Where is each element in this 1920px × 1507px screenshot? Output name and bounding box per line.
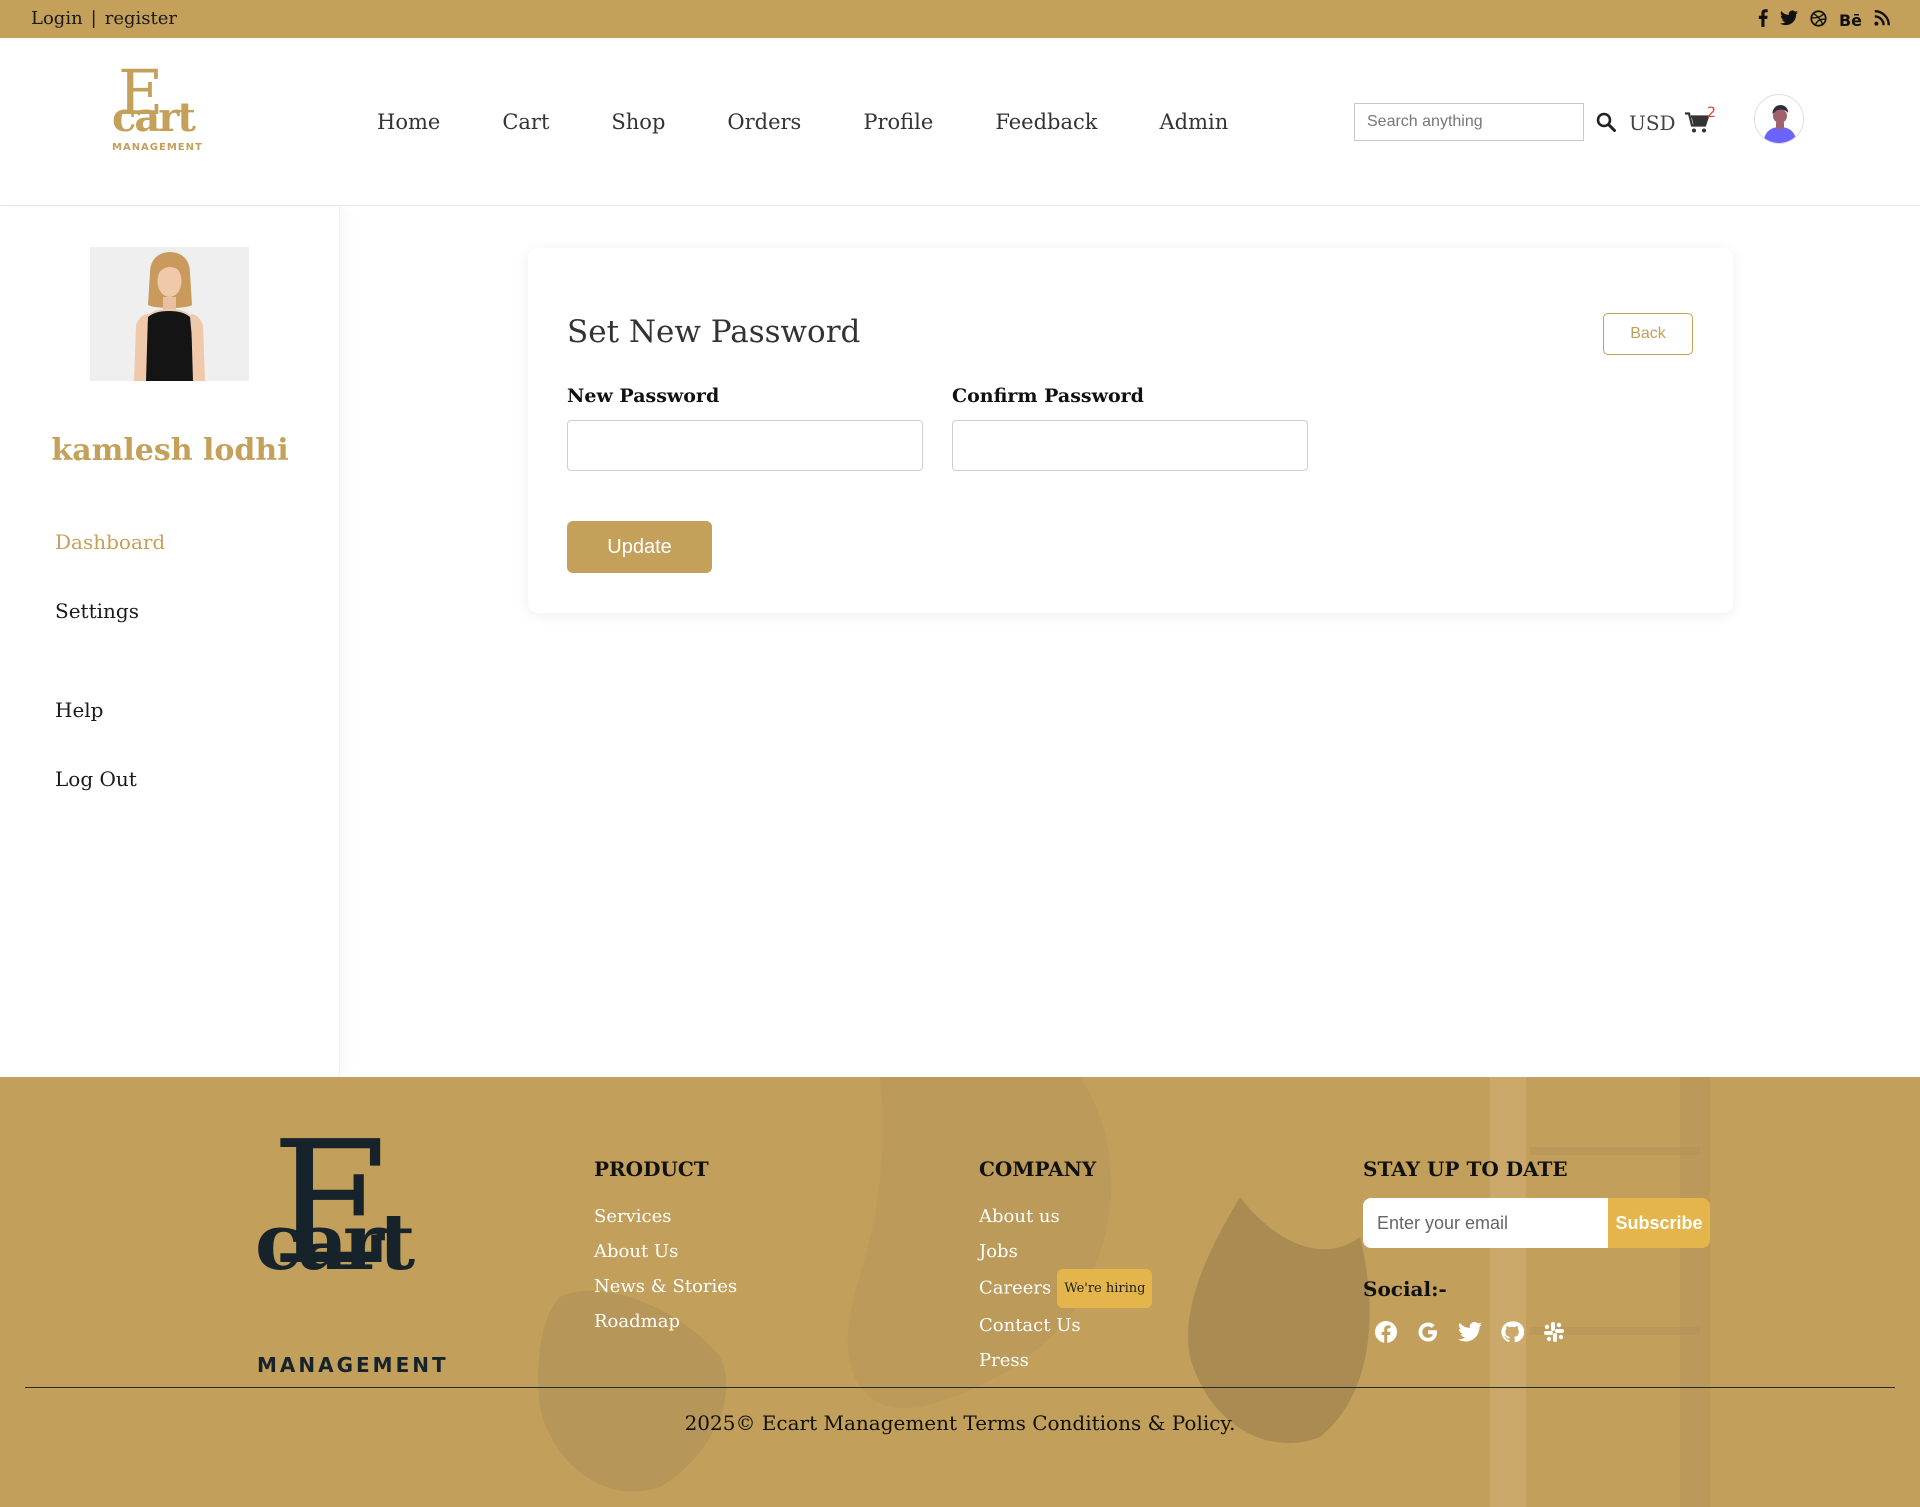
main-nav: Home Cart Shop Orders Profile Feedback A… [377,110,1290,134]
sidebar-item-help[interactable]: Help [55,698,103,722]
footer-logo[interactable]: E cart MANAGEMENT [253,1119,453,1377]
sidebar-item-dashboard[interactable]: Dashboard [55,530,165,554]
footer-social-icons [1374,1320,1566,1344]
copyright-text: 2025© Ecart Management Terms Conditions … [684,1411,1236,1435]
footer-logo-subtitle: MANAGEMENT [257,1353,449,1377]
update-button[interactable]: Update [567,521,712,573]
facebook-icon[interactable] [1374,1320,1398,1344]
footer-logo-word: cart [255,1197,415,1288]
subscribe-button[interactable]: Subscribe [1608,1198,1710,1248]
logo-subtitle: MANAGEMENT [112,142,203,153]
cart-count-badge: 2 [1707,105,1716,121]
footer-divider [25,1387,1895,1388]
logo-word: cart [112,94,196,141]
behance-icon[interactable]: Bē [1839,11,1862,30]
footer-company-column: COMPANY About us Jobs Careers We're hirin… [979,1157,1153,1378]
dribbble-icon[interactable] [1810,9,1827,31]
nav-cart[interactable]: Cart [502,110,549,134]
newsletter-title: STAY UP TO DATE [1363,1157,1568,1181]
back-button[interactable]: Back [1603,313,1693,355]
sidebar-item-settings[interactable]: Settings [55,599,139,623]
set-password-card: Set New Password Back New Password Confi… [528,248,1733,613]
footer-link-about[interactable]: About us [979,1199,1152,1234]
site-header: E cart MANAGEMENT Home Cart Shop Orders … [0,38,1920,206]
footer-link-news-stories[interactable]: News & Stories [594,1269,737,1304]
newsletter-email-input[interactable] [1363,1198,1609,1248]
nav-home[interactable]: Home [377,110,440,134]
search-input[interactable] [1354,103,1584,141]
careers-label: Careers [979,1277,1052,1299]
footer-company-title: COMPANY [979,1157,1097,1181]
footer-link-contact[interactable]: Contact Us [979,1308,1152,1343]
footer-link-roadmap[interactable]: Roadmap [594,1304,737,1339]
profile-username: kamlesh lodhi [51,433,289,468]
auth-links: Login | register [31,8,177,29]
rss-icon[interactable] [1874,10,1890,30]
footer-newsletter-column: STAY UP TO DATE [1363,1157,1568,1199]
github-icon[interactable] [1500,1320,1525,1344]
footer-product-column: PRODUCT Services About Us News & Stories… [594,1157,737,1339]
footer-link-about-us[interactable]: About Us [594,1234,737,1269]
top-bar: Login | register Bē [0,0,1920,38]
site-footer: E cart MANAGEMENT PRODUCT Services About… [0,1077,1920,1507]
profile-sidebar: kamlesh lodhi Dashboard Settings Help Lo… [0,207,340,1077]
new-password-label: New Password [567,385,720,407]
sidebar-item-logout[interactable]: Log Out [55,767,137,791]
google-icon[interactable] [1416,1320,1440,1344]
nav-orders[interactable]: Orders [727,110,801,134]
facebook-icon[interactable] [1758,9,1768,31]
profile-photo [90,247,249,381]
currency-selector[interactable]: USD [1629,111,1676,135]
footer-link-careers[interactable]: Careers We're hiring [979,1269,1153,1308]
cart-icon[interactable] [1685,112,1710,134]
twitter-icon[interactable] [1779,10,1798,30]
search-icon[interactable] [1596,112,1616,132]
page-title: Set New Password [567,314,861,350]
footer-product-title: PRODUCT [594,1157,709,1181]
footer-link-press[interactable]: Press [979,1343,1152,1378]
nav-feedback[interactable]: Feedback [995,110,1097,134]
top-social-icons: Bē [1758,9,1890,31]
register-link[interactable]: register [105,8,177,29]
nav-profile[interactable]: Profile [863,110,933,134]
header-logo[interactable]: E cart MANAGEMENT [108,62,202,160]
footer-link-jobs[interactable]: Jobs [979,1234,1152,1269]
twitter-icon[interactable] [1458,1320,1482,1344]
confirm-password-input[interactable] [952,420,1308,471]
social-label: Social:- [1363,1277,1447,1301]
user-avatar[interactable] [1754,94,1804,144]
login-link[interactable]: Login [31,8,83,29]
nav-admin[interactable]: Admin [1159,110,1228,134]
footer-link-services[interactable]: Services [594,1199,737,1234]
nav-shop[interactable]: Shop [611,110,665,134]
new-password-input[interactable] [567,420,923,471]
auth-separator: | [90,8,97,29]
slack-icon[interactable] [1542,1320,1566,1344]
hiring-badge: We're hiring [1057,1269,1153,1308]
confirm-password-label: Confirm Password [952,385,1144,407]
